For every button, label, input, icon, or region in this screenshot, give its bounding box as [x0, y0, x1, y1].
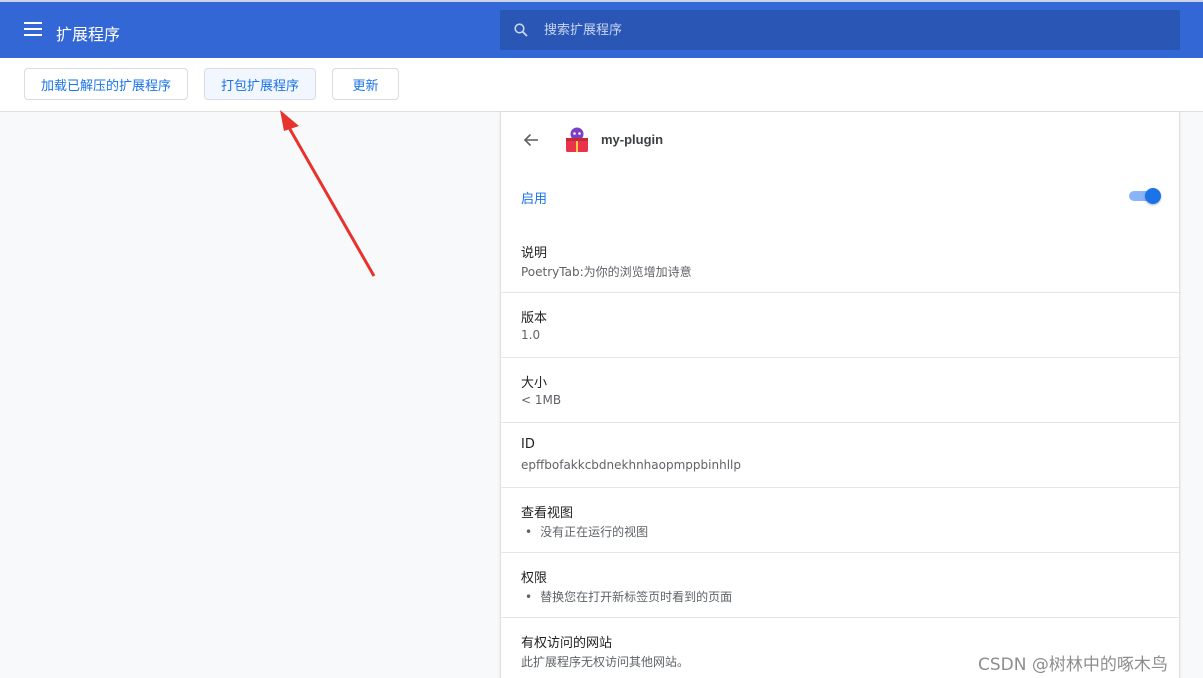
pack-extension-button[interactable]: 打包扩展程序	[204, 68, 316, 100]
extension-detail-panel: my-plugin 启用 说明 PoetryTab:为你的浏览增加诗意 版本 1…	[500, 112, 1181, 678]
top-bar: 扩展程序	[0, 0, 1203, 58]
section-label: 查看视图	[521, 506, 574, 521]
update-button[interactable]: 更新	[332, 68, 399, 100]
list-item: 没有正在运行的视图	[525, 523, 648, 540]
extension-logo-icon	[566, 127, 588, 152]
inspect-views-section: 查看视图 没有正在运行的视图	[501, 488, 1181, 553]
developer-toolbar: 加载已解压的扩展程序 打包扩展程序 更新	[0, 58, 1203, 112]
section-label: ID	[521, 437, 535, 452]
extension-id-value: epffbofakkcbdnekhnhaopmppbinhllp	[521, 458, 741, 472]
section-label: 有权访问的网站	[521, 636, 613, 651]
description-value: PoetryTab:为你的浏览增加诗意	[521, 265, 692, 279]
version-value: 1.0	[521, 328, 541, 342]
size-section: 大小 < 1MB	[501, 358, 1181, 423]
list-item: 替换您在打开新标签页时看到的页面	[525, 588, 732, 605]
section-label: 版本	[521, 311, 548, 326]
hamburger-menu-icon[interactable]	[24, 22, 42, 36]
size-value: < 1MB	[521, 393, 562, 407]
description-section: 说明 PoetryTab:为你的浏览增加诗意	[501, 228, 1181, 293]
enable-toggle[interactable]	[1129, 188, 1161, 204]
enable-label: 启用	[521, 192, 548, 207]
id-section: ID epffbofakkcbdnekhnhaopmppbinhllp	[501, 423, 1181, 488]
section-label: 大小	[521, 376, 548, 391]
site-access-value: 此扩展程序无权访问其他网站。	[521, 655, 690, 669]
section-label: 权限	[521, 571, 548, 586]
search-input[interactable]	[544, 10, 1164, 50]
extension-name: my-plugin	[601, 132, 664, 147]
page-title: 扩展程序	[56, 25, 121, 44]
load-unpacked-button[interactable]: 加载已解压的扩展程序	[24, 68, 188, 100]
search-box[interactable]	[500, 10, 1180, 50]
permissions-section: 权限 替换您在打开新标签页时看到的页面	[501, 553, 1181, 618]
section-label: 说明	[521, 246, 548, 261]
watermark: CSDN @树林中的啄木鸟	[978, 655, 1168, 675]
back-arrow-icon[interactable]	[521, 130, 541, 150]
search-icon	[514, 23, 528, 37]
toggle-knob	[1145, 188, 1161, 204]
version-section: 版本 1.0	[501, 293, 1181, 358]
